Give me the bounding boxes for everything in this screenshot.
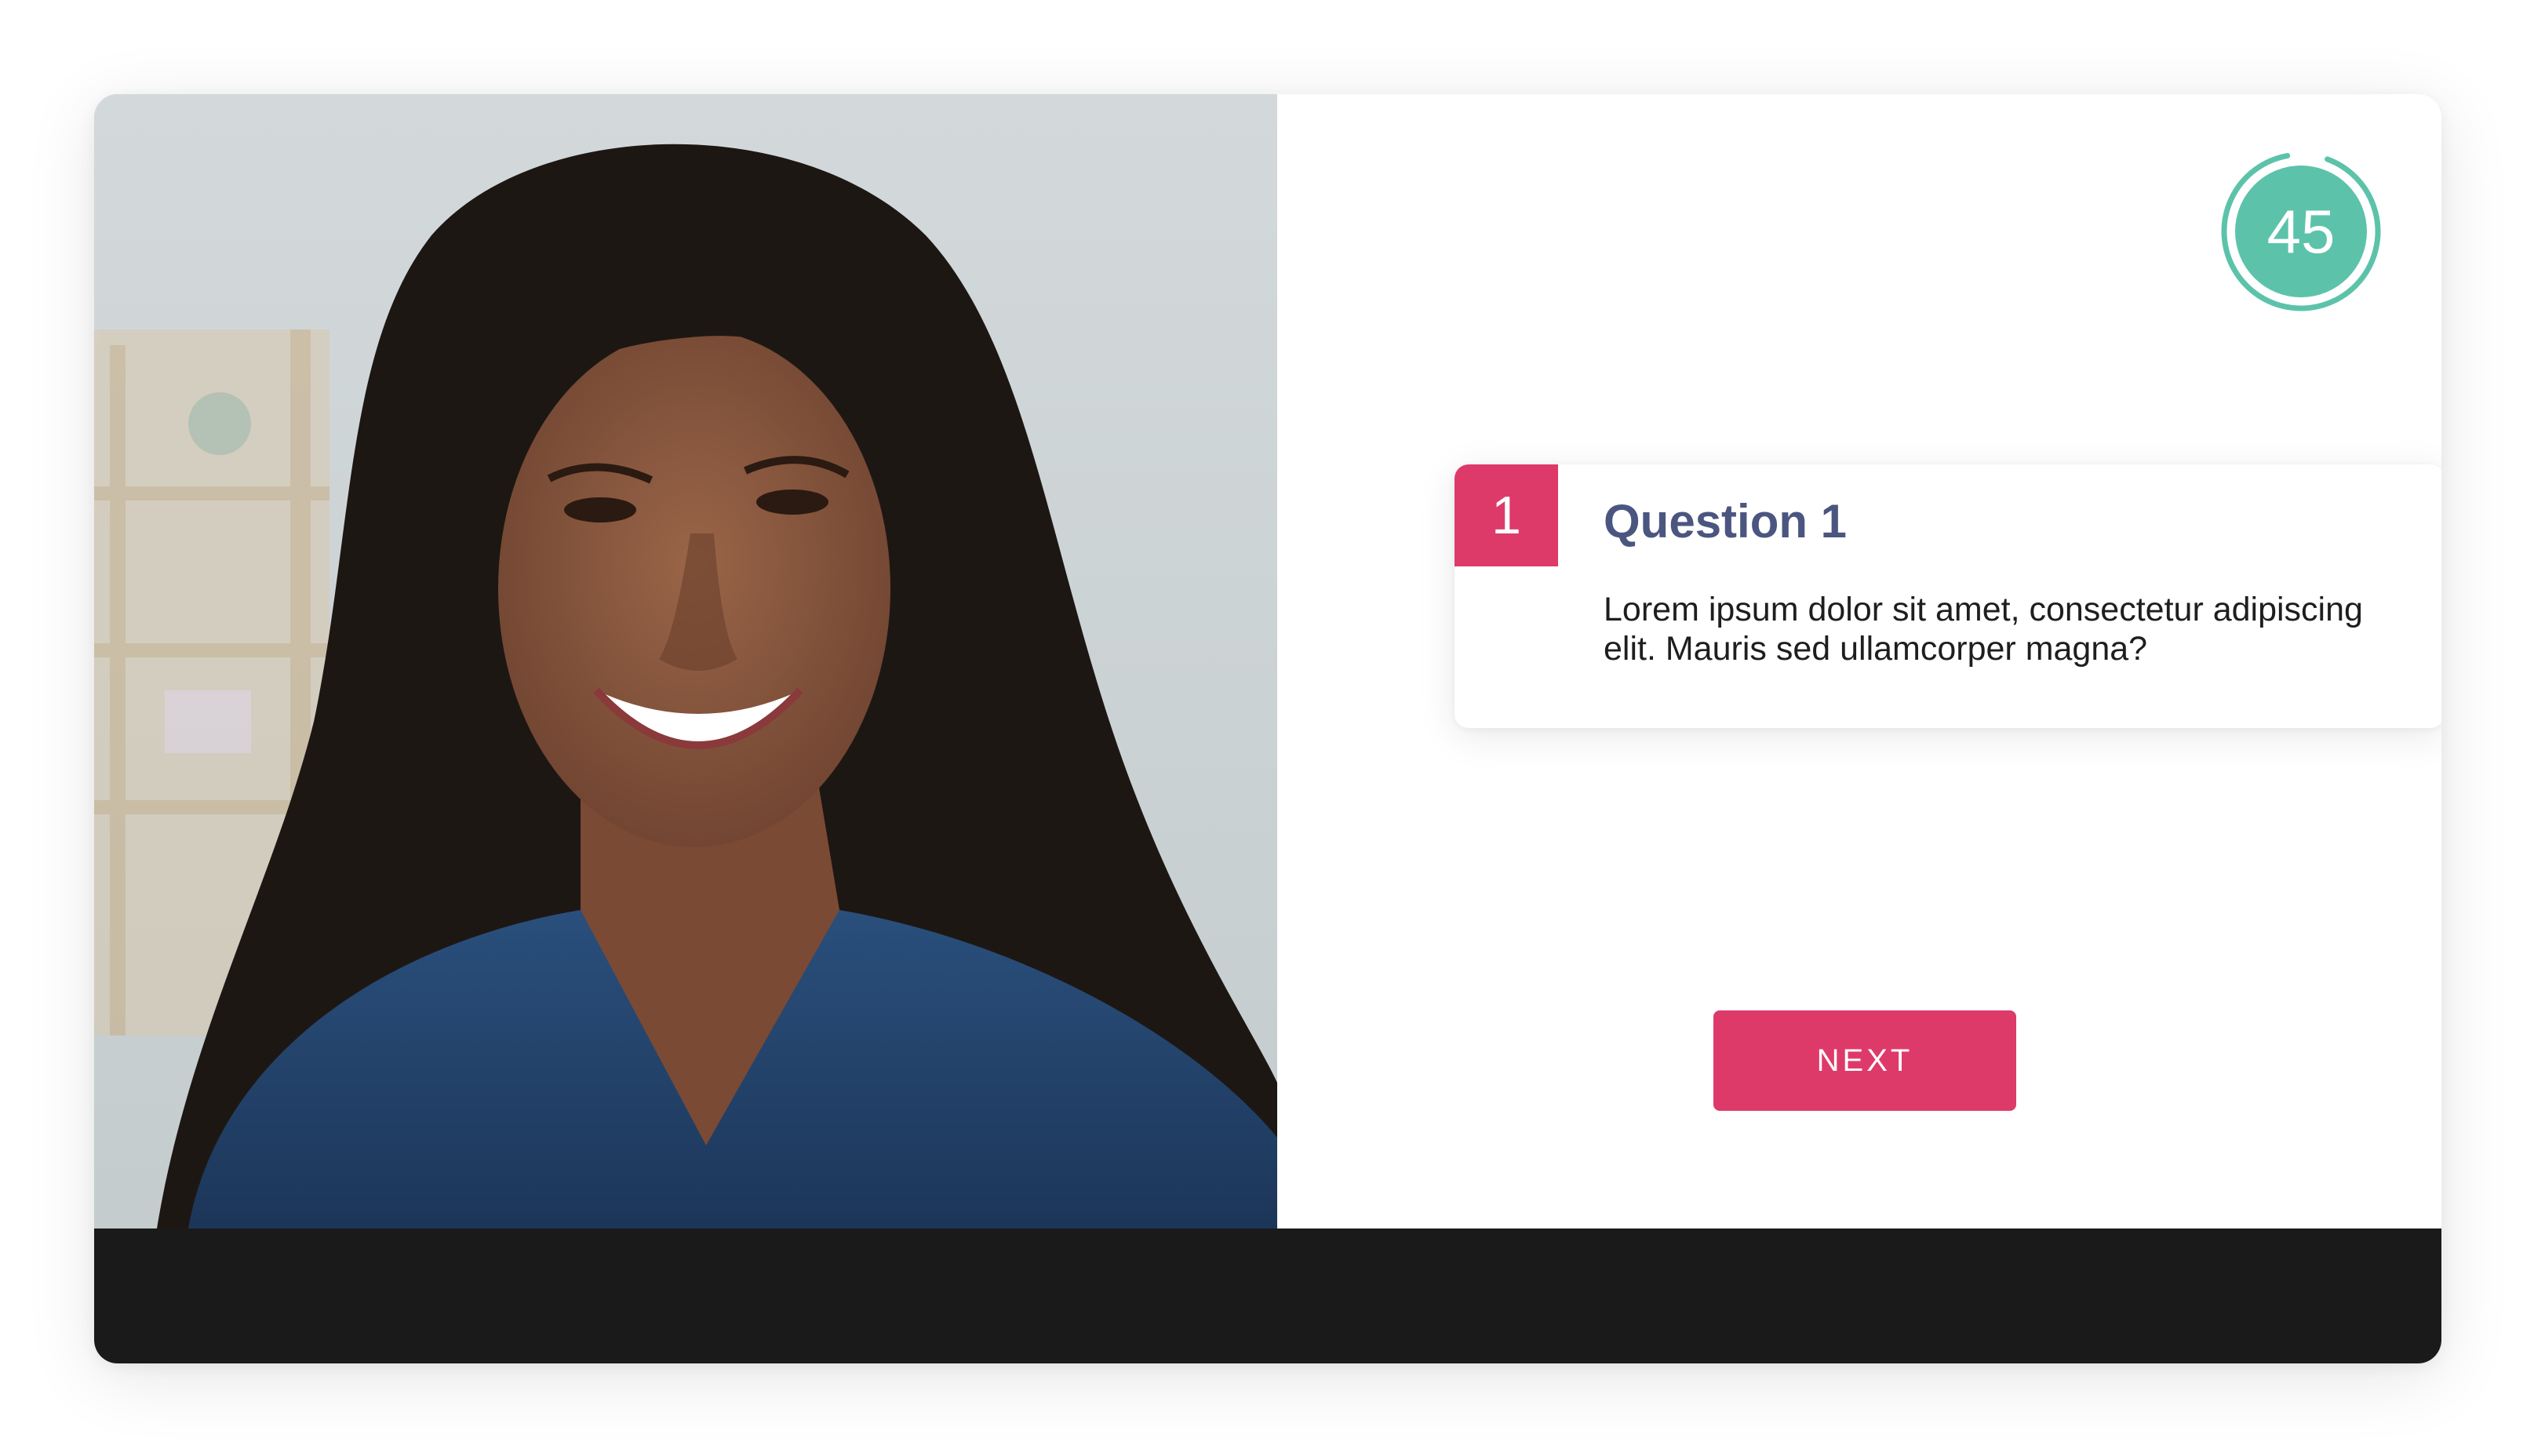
timer-value: 45 [2266,197,2336,266]
countdown-timer: 45 [2219,149,2383,314]
video-controls-bar [94,1228,2441,1363]
page-background: 45 1 Question 1 Lorem ipsum dolor sit am… [0,0,2534,1456]
question-panel: 45 1 Question 1 Lorem ipsum dolor sit am… [1277,94,2441,1228]
video-feed [94,94,1277,1228]
question-number-badge: 1 [1455,464,1558,566]
question-text: Lorem ipsum dolor sit amet, consectetur … [1604,591,2363,668]
person-video-icon [94,94,1277,1228]
interview-card: 45 1 Question 1 Lorem ipsum dolor sit am… [94,94,2441,1363]
question-title: Question 1 [1604,495,1848,548]
next-button[interactable]: NEXT [1713,1010,2016,1111]
question-card: 1 Question 1 Lorem ipsum dolor sit amet,… [1455,464,2441,728]
